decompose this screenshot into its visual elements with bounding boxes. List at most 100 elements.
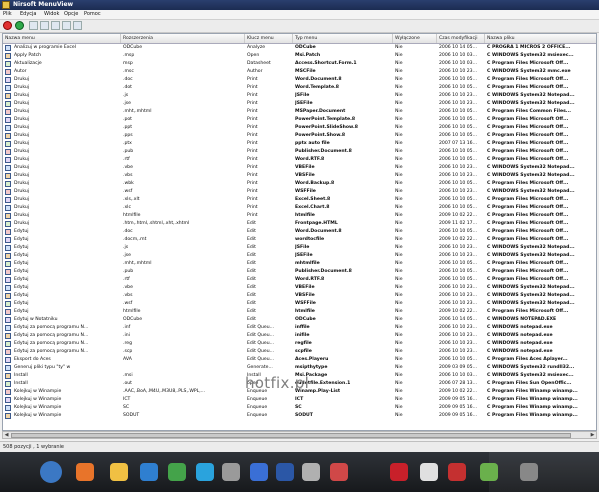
- table-row[interactable]: Edytuj .doc Edit Word.Document.8 Nie 2006 10 …: [3, 228, 596, 236]
- explorer-icon[interactable]: [110, 463, 128, 481]
- table-row[interactable]: Drukuj .dot Print Word.Template.8 Nie 2006 10…: [3, 84, 596, 92]
- table-row[interactable]: Edytuj .mht,.mhtml Edit mhtmlfile Nie 2006 10…: [3, 260, 596, 268]
- calculator-icon[interactable]: [480, 463, 498, 481]
- table-row[interactable]: Edytuj .vbe Edit VBEFile Nie 2006 10 10 23...…: [3, 284, 596, 292]
- gadget-icon[interactable]: [302, 463, 320, 481]
- col-disabled-header[interactable]: Wyłączone: [393, 34, 437, 43]
- table-row[interactable]: Edytuj .vbs Edit VBSFile Nie 2006 10 10 23...…: [3, 292, 596, 300]
- col-name-header[interactable]: Nazwa menu: [3, 34, 121, 43]
- table-row[interactable]: Autor .msc Author MSCFile Nie 2006 10 10 23..…: [3, 68, 596, 76]
- col-modified-header[interactable]: Czas modyfikacji: [437, 34, 485, 43]
- col-name-cell: Aktualizacje: [14, 61, 42, 66]
- save-icon[interactable]: [29, 21, 38, 30]
- col-menu-key-cell: Author: [247, 69, 263, 74]
- col-disabled-cell: Nie: [395, 413, 403, 418]
- table-row[interactable]: Edytuj .pub Edit Publisher.Document.8 Nie 200…: [3, 268, 596, 276]
- scroll-left-icon[interactable]: ◀: [3, 432, 10, 438]
- col-menu-type-header[interactable]: Typ menu: [293, 34, 393, 43]
- opera-icon[interactable]: [448, 463, 466, 481]
- menu-item-icon: [5, 85, 11, 91]
- table-row[interactable]: Analizuj w programie Excel ODCube Analyze O…: [3, 44, 596, 52]
- table-row[interactable]: Drukuj .pps Print PowerPoint.Show.8 Nie 2006 …: [3, 132, 596, 140]
- table-row[interactable]: Edytuj za pomocą programu N... .reg Edit Q…: [3, 340, 596, 348]
- menu-item-icon: [5, 365, 11, 371]
- col-disabled-cell: Nie: [395, 365, 403, 370]
- refresh-icon[interactable]: [62, 21, 71, 30]
- col-extensions-cell: .pub: [123, 269, 134, 274]
- table-row[interactable]: Drukuj htmlfile Print htmlfile Nie 2009 10 02…: [3, 212, 596, 220]
- disable-icon[interactable]: [3, 21, 12, 30]
- menu-edit[interactable]: Edycja: [20, 10, 37, 19]
- chrome-icon[interactable]: [168, 463, 186, 481]
- antivirus-icon[interactable]: [390, 463, 408, 481]
- table-row[interactable]: Edytuj .js Edit JSFile Nie 2006 10 10 23... C …: [3, 244, 596, 252]
- col-filename-cell: C Program Files Winamp winamp...: [487, 389, 578, 394]
- table-row[interactable]: Drukuj .htm,.html,.shtml,.xht,.xhtml Edit F…: [3, 220, 596, 228]
- table-row[interactable]: Edytuj za pomocą programu N... .inf Edit Q…: [3, 324, 596, 332]
- title-bar[interactable]: Nirsoft MenuView: [0, 0, 599, 10]
- settings-icon[interactable]: [520, 463, 538, 481]
- table-row[interactable]: Drukuj .wbk Print Word.Backup.8 Nie 2006 10 1…: [3, 180, 596, 188]
- start-orb-icon[interactable]: [40, 461, 62, 483]
- table-row[interactable]: Eksport do Aces AVA Edit Queu... Aces.Playe…: [3, 356, 596, 364]
- properties-icon[interactable]: [51, 21, 60, 30]
- table-row[interactable]: Generuj pliki typu "ty" w Generate... msip…: [3, 364, 596, 372]
- about-icon[interactable]: [73, 21, 82, 30]
- table-row[interactable]: Drukuj .ptx Print pptx auto file Nie 2007 07 …: [3, 140, 596, 148]
- horizontal-scrollbar[interactable]: ◀ ▶: [2, 431, 597, 439]
- col-filename-cell: C Program Files Sun OpenOffic...: [487, 381, 572, 386]
- table-row[interactable]: Drukuj .pot Print PowerPoint.Template.8 Nie 2…: [3, 116, 596, 124]
- col-menu-type-cell: VBSFile: [295, 293, 315, 298]
- table-row[interactable]: Edytuj w Notatniku ODCube Edit ODCube Nie 200…: [3, 316, 596, 324]
- table-row[interactable]: Drukuj .vbe Print VBEFile Nie 2006 10 10 23..…: [3, 164, 596, 172]
- col-menu-type-cell: Word.Document.8: [295, 229, 342, 234]
- menu-file[interactable]: Plik: [3, 10, 12, 19]
- mail-icon[interactable]: [420, 463, 438, 481]
- table-row[interactable]: Kolejkuj w Winampie ICT Enqueue ICT Nie 2009 …: [3, 396, 596, 404]
- paint-icon[interactable]: [330, 463, 348, 481]
- word-icon[interactable]: [276, 463, 294, 481]
- col-name-cell: Drukuj: [14, 149, 30, 154]
- table-row[interactable]: Drukuj .js Print JSFile Nie 2006 10 10 23... C…: [3, 92, 596, 100]
- table-row[interactable]: Edytuj .rtf Edit Word.RTF.8 Nie 2006 10 10 05…: [3, 276, 596, 284]
- enable-icon[interactable]: [15, 21, 24, 30]
- col-menu-key-cell: Edit: [247, 221, 256, 226]
- table-row[interactable]: Drukuj .vbs Print VBSFile Nie 2006 10 10 23..…: [3, 172, 596, 180]
- col-filename-header[interactable]: Nazwa pliku: [485, 34, 596, 43]
- table-row[interactable]: Drukuj .xls,.xlt Print Excel.Sheet.8 Nie 2006…: [3, 196, 596, 204]
- table-row[interactable]: Edytuj .docm,.mt Edit wordtocfile Nie 2009 10…: [3, 236, 596, 244]
- table-row[interactable]: Drukuj .wsf Print WSFFile Nie 2006 10 10 23..…: [3, 188, 596, 196]
- col-disabled-cell: Nie: [395, 69, 403, 74]
- copy-icon[interactable]: [40, 21, 49, 30]
- table-row[interactable]: Aktualizacje msp Datasheet Access.Shortcut.…: [3, 60, 596, 68]
- table-row[interactable]: Drukuj .doc Print Word.Document.8 Nie 2006 10…: [3, 76, 596, 84]
- table-row[interactable]: Drukuj .jse Print JSEFile Nie 2006 10 10 23..…: [3, 100, 596, 108]
- table-row[interactable]: Edytuj .wsf Edit WSFFile Nie 2006 10 10 23...…: [3, 300, 596, 308]
- scroll-right-icon[interactable]: ▶: [589, 432, 596, 438]
- table-row[interactable]: Edytuj za pomocą programu N... .scp Edit Q…: [3, 348, 596, 356]
- table-row[interactable]: Edytuj htmlfile Edit htmlfile Nie 2009 10 02 …: [3, 308, 596, 316]
- skype-icon[interactable]: [196, 463, 214, 481]
- table-row[interactable]: Kolejkuj w Winampie SODUT Enqueue SODUT Nie 2…: [3, 412, 596, 420]
- table-row[interactable]: Edytuj .jse Edit JSEFile Nie 2006 10 10 23...…: [3, 252, 596, 260]
- table-row[interactable]: Drukuj .ppt Print PowerPoint.SlideShow.8 Nie…: [3, 124, 596, 132]
- table-row[interactable]: Drukuj .xlc Print Excel.Chart.8 Nie 2006 10 1…: [3, 204, 596, 212]
- scroll-thumb[interactable]: [11, 433, 571, 438]
- menu-view[interactable]: Widok: [44, 10, 59, 19]
- disk-icon[interactable]: [222, 463, 240, 481]
- media-player-icon[interactable]: [140, 463, 158, 481]
- table-row[interactable]: Drukuj .mht,.mhtml Print MSPaper.Document Ni…: [3, 108, 596, 116]
- col-menu-key-header[interactable]: Klucz menu: [245, 34, 293, 43]
- firefox-icon[interactable]: [76, 463, 94, 481]
- table-row[interactable]: Edytuj za pomocą programu N... .ini Edit Q…: [3, 332, 596, 340]
- table-row[interactable]: Kolejkuj w Winampie SC Enqueue SC Nie 2009 09…: [3, 404, 596, 412]
- menu-help[interactable]: Pomoc: [84, 10, 101, 19]
- col-extensions-header[interactable]: Rozszerzenia: [121, 34, 245, 43]
- col-menu-type-cell: Publisher.Document.8: [295, 149, 352, 154]
- table-row[interactable]: Drukuj .rtf Print Word.RTF.8 Nie 2006 10 10 0…: [3, 156, 596, 164]
- play-icon[interactable]: [250, 463, 268, 481]
- table-row[interactable]: Apply Patch .msp Open Msi.Patch Nie 2006 10 1…: [3, 52, 596, 60]
- col-extensions-cell: msp: [123, 61, 133, 66]
- menu-options[interactable]: Opcje: [64, 10, 78, 19]
- table-row[interactable]: Drukuj .pub Print Publisher.Document.8 Nie 20…: [3, 148, 596, 156]
